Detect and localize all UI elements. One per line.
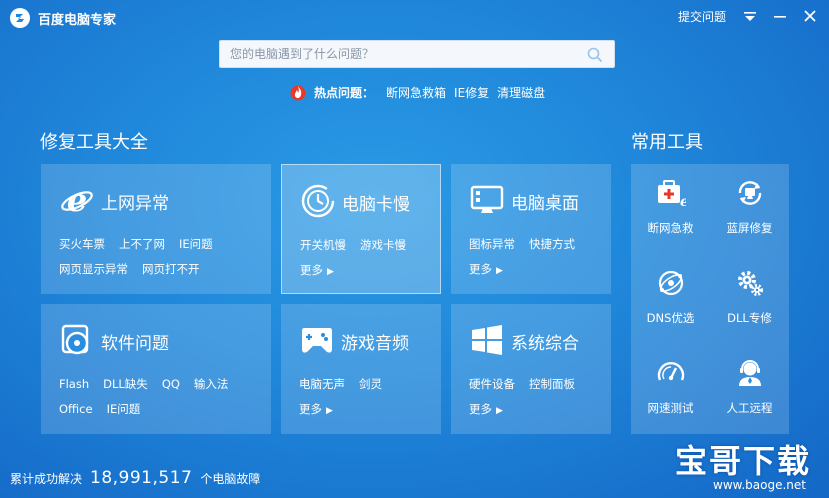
hot-problems: 热点问题： 断网急救箱 IE修复 清理磁盘 [290, 82, 545, 102]
common-tools-title: 常用工具 [631, 132, 703, 153]
search-box[interactable] [219, 40, 615, 68]
close-icon[interactable] [800, 6, 820, 26]
link-slow-boot[interactable]: 开关机慢 [300, 238, 346, 252]
more-link[interactable]: 更多 ▶ [469, 261, 517, 277]
repair-tools-title: 修复工具大全 [40, 132, 148, 153]
chevron-right-icon: ▶ [326, 406, 333, 416]
hot-link-clean-disk[interactable]: 清理磁盘 [497, 84, 545, 101]
menu-icon[interactable] [740, 6, 760, 26]
feedback-link[interactable]: 提交问题 [678, 8, 726, 25]
fire-icon [290, 83, 306, 101]
chevron-right-icon: ▶ [327, 267, 334, 277]
footer-suffix: 个电脑故障 [200, 472, 261, 486]
card-desktop[interactable]: 电脑桌面 图标异常 快捷方式 更多 ▶ [451, 164, 611, 294]
chevron-right-icon: ▶ [496, 266, 503, 276]
link-page-not-open[interactable]: 网页打不开 [142, 262, 200, 276]
network-aid-icon: e [656, 178, 689, 210]
card-links-row: 图标异常 快捷方式 [469, 236, 589, 252]
watermark: 宝哥下载 www.baoge.net [675, 436, 827, 496]
common-tools-panel: e 断网急救 蓝屏修复 DNS优选 [631, 164, 789, 434]
app-logo-icon [10, 8, 30, 28]
card-title: 电脑桌面 [511, 194, 579, 214]
link-ie-problem[interactable]: IE问题 [107, 402, 141, 416]
svg-text:e: e [67, 182, 87, 218]
card-links-row: 硬件设备 控制面板 [469, 376, 589, 392]
hot-problems-label: 热点问题： [314, 85, 375, 100]
search-input[interactable] [220, 41, 580, 67]
bluescreen-repair-icon [735, 178, 765, 208]
card-links-row: Office IE问题 [59, 401, 154, 417]
clock-icon [300, 183, 336, 219]
link-no-internet[interactable]: 上不了网 [119, 237, 165, 251]
hot-link-ie-repair[interactable]: IE修复 [454, 84, 489, 101]
tool-label: 人工远程 [726, 401, 773, 415]
card-slow-computer[interactable]: 电脑卡慢 开关机慢 游戏卡慢 更多 ▶ [281, 164, 441, 294]
link-control-panel[interactable]: 控制面板 [529, 377, 575, 391]
windows-icon [469, 322, 505, 358]
hot-link-network-aid[interactable]: 断网急救箱 [386, 84, 446, 101]
card-title: 游戏音频 [341, 334, 409, 354]
card-game-audio[interactable]: 游戏音频 电脑无声 剑灵 更多 ▶ [281, 304, 441, 434]
card-title: 上网异常 [101, 194, 169, 214]
tool-label: 蓝屏修复 [726, 221, 773, 235]
tool-bluescreen-repair[interactable]: 蓝屏修复 [710, 164, 789, 252]
tool-dns-optimize[interactable]: DNS优选 [631, 254, 710, 342]
link-game-lag[interactable]: 游戏卡慢 [360, 238, 406, 252]
link-input-method[interactable]: 输入法 [194, 377, 229, 391]
chevron-right-icon: ▶ [496, 406, 503, 416]
card-title: 软件问题 [101, 334, 169, 354]
speedometer-icon [656, 358, 686, 388]
link-icon-abnormal[interactable]: 图标异常 [469, 237, 515, 251]
card-title: 电脑卡慢 [342, 195, 410, 215]
tool-speed-test[interactable]: 网速测试 [631, 344, 710, 432]
watermark-text: 宝哥下载 [675, 442, 812, 480]
tool-remote-support[interactable]: 人工远程 [710, 344, 789, 432]
svg-text:e: e [680, 194, 686, 208]
search-icon[interactable] [586, 46, 604, 64]
tool-network-aid[interactable]: e 断网急救 [631, 164, 710, 252]
tool-label: 网速测试 [647, 401, 694, 415]
card-links-row: 开关机慢 游戏卡慢 [300, 237, 420, 253]
link-flash[interactable]: Flash [59, 377, 89, 391]
disc-icon [59, 322, 95, 358]
link-train-ticket[interactable]: 买火车票 [59, 237, 105, 251]
link-dll-missing[interactable]: DLL缺失 [103, 377, 148, 391]
link-qq[interactable]: QQ [162, 377, 180, 391]
footer-prefix: 累计成功解决 [10, 472, 83, 486]
link-blade-soul[interactable]: 剑灵 [359, 377, 382, 391]
link-page-display[interactable]: 网页显示异常 [59, 262, 128, 276]
monitor-icon [469, 182, 505, 218]
more-link[interactable]: 更多 ▶ [469, 401, 517, 417]
card-system-general[interactable]: 系统综合 硬件设备 控制面板 更多 ▶ [451, 304, 611, 434]
watermark-url: www.baoge.net [713, 478, 806, 492]
card-software-issues[interactable]: 软件问题 Flash DLL缺失 QQ 输入法 Office IE问题 [41, 304, 271, 434]
ie-icon: e [59, 181, 95, 219]
more-link[interactable]: 更多 ▶ [299, 401, 347, 417]
card-links-row: 电脑无声 剑灵 [299, 376, 396, 392]
link-shortcut[interactable]: 快捷方式 [529, 237, 575, 251]
card-links-row: Flash DLL缺失 QQ 输入法 [59, 376, 242, 392]
dns-icon [656, 268, 686, 298]
more-link[interactable]: 更多 ▶ [300, 262, 348, 278]
tool-label: DLL专修 [727, 311, 772, 325]
solved-count: 18,991,517 [90, 468, 193, 488]
tool-label: DNS优选 [646, 311, 695, 325]
card-links-row: 买火车票 上不了网 IE问题 [59, 236, 227, 252]
app-title: 百度电脑专家 [38, 13, 117, 28]
card-internet-issues[interactable]: e 上网异常 买火车票 上不了网 IE问题 网页显示异常 网页打不开 [41, 164, 271, 294]
minimize-icon[interactable] [770, 6, 790, 26]
tool-dll-repair[interactable]: DLL专修 [710, 254, 789, 342]
title-bar: 百度电脑专家 提交问题 [0, 0, 829, 34]
support-agent-icon [735, 358, 765, 388]
link-office[interactable]: Office [59, 402, 93, 416]
card-title: 系统综合 [511, 334, 579, 354]
gamepad-icon [299, 322, 335, 358]
gears-icon [735, 268, 765, 298]
link-ie-problem[interactable]: IE问题 [179, 237, 213, 251]
link-no-sound[interactable]: 电脑无声 [299, 377, 345, 391]
card-links-row: 网页显示异常 网页打不开 [59, 261, 214, 277]
tool-label: 断网急救 [647, 221, 694, 235]
footer-stats: 累计成功解决 18,991,517 个电脑故障 [10, 468, 260, 492]
link-hardware[interactable]: 硬件设备 [469, 377, 515, 391]
